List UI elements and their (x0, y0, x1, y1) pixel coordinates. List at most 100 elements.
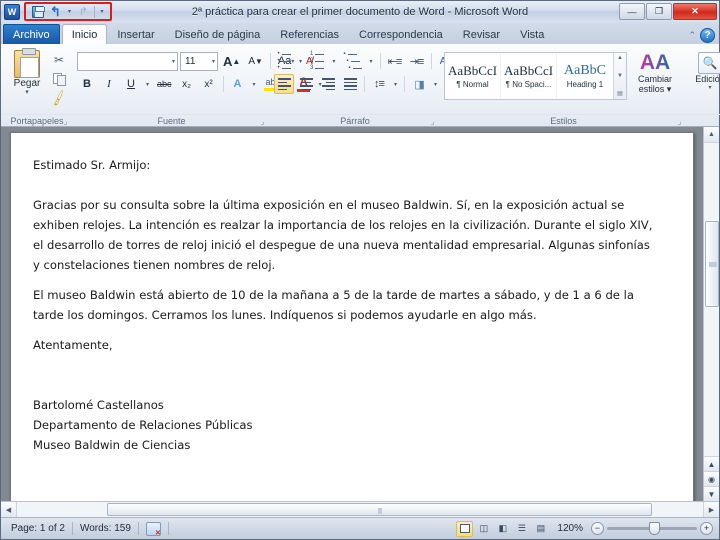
clipboard-dialog-launcher[interactable]: ⌟ (61, 117, 70, 126)
tab-insertar[interactable]: Insertar (107, 24, 164, 44)
font-name-combo[interactable]: ▾ (77, 51, 178, 71)
word-count[interactable]: Words: 159 (73, 523, 138, 534)
view-web-layout-button[interactable]: ◧ (494, 521, 511, 537)
scroll-down-icon[interactable]: ▼ (617, 73, 623, 79)
multilevel-list-button[interactable]: ▪ ▪ ▪ (340, 51, 364, 71)
tab-vista[interactable]: Vista (510, 24, 554, 44)
next-page-button[interactable]: ▼ (703, 486, 719, 501)
view-print-layout-button[interactable] (456, 520, 474, 537)
previous-page-button[interactable]: ▲ (703, 456, 719, 471)
font-dialog-launcher[interactable]: ⌟ (258, 117, 267, 126)
document-page[interactable]: Estimado Sr. Armijo: Gracias por su cons… (10, 132, 694, 501)
bullets-dropdown[interactable]: ▾ (296, 51, 305, 71)
font-size-combo[interactable]: 11 ▾ (180, 51, 218, 71)
chevron-down-icon: ▾ (25, 89, 29, 96)
select-browse-object-button[interactable]: ◉ (703, 471, 719, 486)
align-left-button[interactable] (274, 74, 294, 94)
align-right-button[interactable] (318, 74, 338, 94)
save-button[interactable] (29, 4, 46, 19)
help-button[interactable]: ? (700, 28, 715, 43)
style-heading-1[interactable]: AaBbC Heading 1 (557, 53, 613, 99)
scroll-right-button[interactable]: ▶ (703, 502, 719, 517)
multilevel-dropdown[interactable]: ▾ (367, 51, 376, 71)
doc-salutation: Estimado Sr. Armijo: (33, 158, 151, 172)
justify-button[interactable] (340, 74, 360, 94)
styles-gallery-scroll: ▲ ▼ ▤ (613, 53, 626, 99)
shrink-font-button[interactable]: A ▼ (245, 51, 266, 71)
scroll-up-button[interactable]: ▲ (703, 127, 719, 143)
horizontal-scrollbar[interactable]: ◀ ▶ (1, 501, 719, 517)
vertical-scroll-thumb[interactable] (704, 221, 719, 307)
line-spacing-dropdown[interactable]: ▾ (391, 74, 400, 94)
tab-archivo[interactable]: Archivo (3, 24, 60, 44)
clipboard-small-buttons: ✂ 🖌 (49, 48, 69, 107)
align-center-button[interactable] (296, 74, 316, 94)
shading-button[interactable]: ◨ (409, 74, 429, 94)
zoom-level[interactable]: 120% (551, 523, 589, 534)
customize-qat-button[interactable]: ▾ (97, 4, 107, 19)
paste-button[interactable]: Pegar ▾ (5, 48, 49, 96)
proofing-errors-icon[interactable] (145, 521, 161, 537)
style-normal[interactable]: AaBbCcI ¶ Normal (445, 53, 501, 99)
text-effects-button[interactable]: A (228, 74, 248, 94)
horizontal-scroll-track[interactable] (17, 502, 703, 517)
collapse-ribbon-icon[interactable]: ⌃ (688, 30, 696, 41)
tab-referencias[interactable]: Referencias (270, 24, 349, 44)
undo-dropdown[interactable]: ▾ (65, 4, 74, 19)
vertical-scrollbar[interactable]: ▲ ▲ ◉ ▼ (703, 127, 719, 501)
tab-revisar[interactable]: Revisar (453, 24, 510, 44)
styles-dialog-launcher[interactable]: ⌟ (675, 117, 684, 126)
style-preview: AaBbC (564, 63, 606, 78)
tab-correspondencia[interactable]: Correspondencia (349, 24, 453, 44)
change-styles-button[interactable]: AA Cambiar estilos ▾ (627, 48, 683, 95)
text-effects-dropdown[interactable]: ▾ (250, 74, 259, 94)
close-button[interactable]: ✕ (673, 3, 717, 20)
cut-button[interactable]: ✂ (49, 51, 69, 69)
tab-diseno-de-pagina[interactable]: Diseño de página (165, 24, 271, 44)
vertical-scroll-track[interactable] (703, 143, 719, 456)
redo-button[interactable]: ↱ (75, 4, 92, 19)
strikethrough-button[interactable]: abc (154, 74, 175, 94)
minimize-button[interactable]: — (619, 3, 645, 20)
line-spacing-icon: ↕≡ (374, 78, 385, 90)
copy-button[interactable] (49, 70, 69, 88)
scroll-left-button[interactable]: ◀ (1, 502, 17, 517)
bold-button[interactable]: B (77, 74, 97, 94)
page-indicator[interactable]: Page: 1 of 2 (4, 523, 72, 534)
shading-dropdown[interactable]: ▾ (431, 74, 440, 94)
zoom-slider-track[interactable] (607, 522, 697, 535)
scroll-up-icon[interactable]: ▲ (617, 55, 623, 61)
superscript-button[interactable]: x² (199, 74, 219, 94)
zoom-slider-thumb[interactable] (649, 522, 660, 535)
maximize-button[interactable]: ❐ (646, 3, 672, 20)
view-full-screen-reading-button[interactable]: ◫ (475, 521, 492, 537)
view-draft-button[interactable]: ▤ (532, 521, 549, 537)
editing-button[interactable]: 🔍 Edición ▾ (691, 48, 720, 91)
italic-button[interactable]: I (99, 74, 119, 94)
document-text[interactable]: Estimado Sr. Armijo: Gracias por su cons… (11, 133, 693, 455)
subscript-button[interactable]: x₂ (177, 74, 197, 94)
numbering-button[interactable]: 123 (307, 51, 327, 71)
word-logo-icon: W (4, 3, 20, 20)
paragraph-dialog-launcher[interactable]: ⌟ (428, 117, 437, 126)
view-outline-button[interactable]: ☰ (513, 521, 530, 537)
align-center-icon (299, 78, 313, 90)
undo-button[interactable]: ↰ (47, 4, 64, 19)
line-spacing-button[interactable]: ↕≡ (369, 74, 389, 94)
zoom-out-button[interactable]: − (591, 522, 604, 535)
underline-dropdown[interactable]: ▾ (143, 74, 152, 94)
format-painter-button[interactable]: 🖌 (49, 89, 69, 107)
underline-button[interactable]: U (121, 74, 141, 94)
bullets-button[interactable]: • • • (274, 51, 294, 71)
tab-inicio[interactable]: Inicio (61, 24, 108, 44)
grow-font-button[interactable]: A ▲ (220, 51, 243, 71)
numbering-icon: 123 (310, 51, 324, 71)
justify-icon (343, 78, 357, 90)
horizontal-scroll-thumb[interactable] (107, 503, 652, 516)
decrease-indent-button[interactable]: ⇤≡ (385, 51, 405, 71)
increase-indent-button[interactable]: ⇥≡ (407, 51, 427, 71)
style-no-spacing[interactable]: AaBbCcI ¶ No Spaci... (501, 53, 557, 99)
zoom-in-button[interactable]: + (700, 522, 713, 535)
styles-more-icon[interactable]: ▤ (617, 90, 623, 97)
numbering-dropdown[interactable]: ▾ (329, 51, 338, 71)
